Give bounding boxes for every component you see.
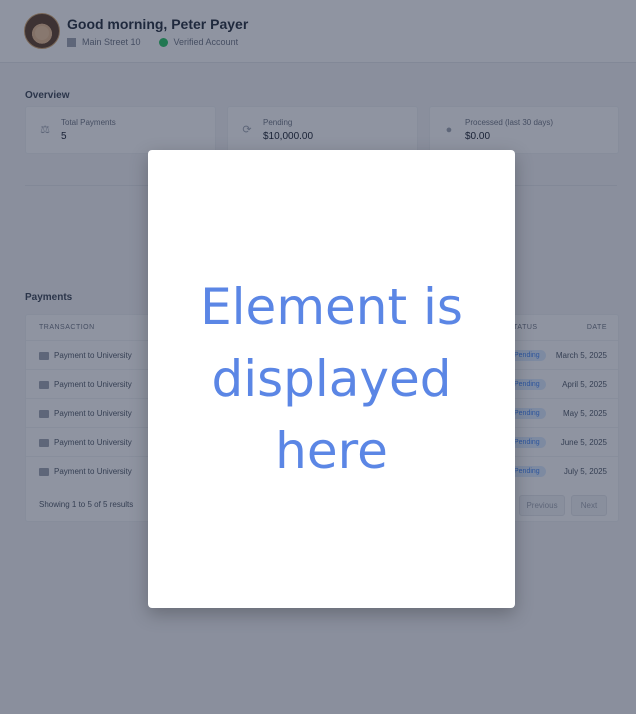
modal-placeholder-text: Element is displayed here: [200, 278, 463, 480]
modal-dialog: Element is displayed here: [148, 150, 515, 608]
